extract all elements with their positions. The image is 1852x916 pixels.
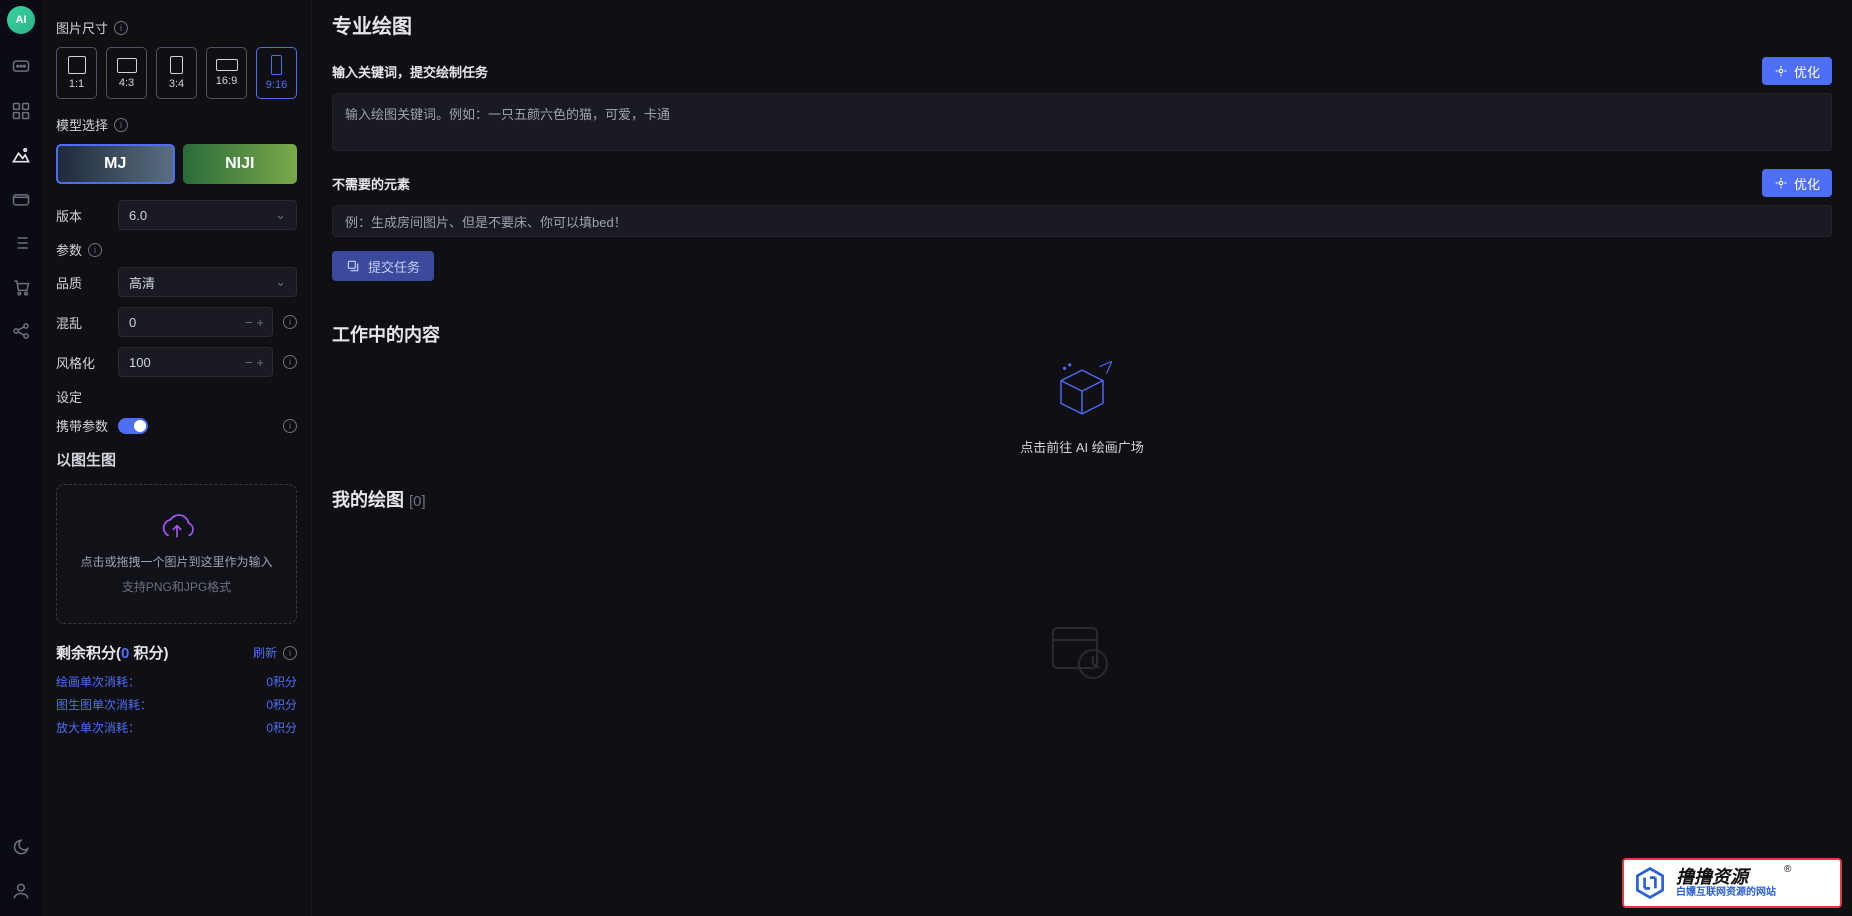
my-drawings-title: 我的绘图 [0] (332, 486, 1832, 512)
credit-line: 放大单次消耗：0积分 (56, 719, 297, 736)
version-row: 版本 6.0 ⌄ (56, 200, 297, 230)
negative-label: 不需要的元素 (332, 174, 410, 193)
user-icon[interactable] (10, 880, 32, 902)
cube-icon (1047, 361, 1117, 423)
plus-icon[interactable]: + (256, 355, 264, 370)
minus-icon[interactable]: − (245, 355, 253, 370)
cart-icon[interactable] (10, 276, 32, 298)
watermark-title: 撸撸资源 (1676, 868, 1776, 888)
main-content: 专业绘图 输入关键词，提交绘制任务 优化 输入绘图关键词。例如：一只五颜六色的猫… (312, 0, 1852, 916)
page-title: 专业绘图 (332, 10, 1832, 39)
carry-params-row: 携带参数 i (56, 416, 297, 435)
img2img-label: 以图生图 (56, 449, 297, 470)
settings-sidebar: 图片尺寸 i 1:1 4:3 3:4 16:9 9:16 模型选择 i MJ N… (42, 0, 312, 916)
info-icon[interactable]: i (283, 355, 297, 369)
info-icon[interactable]: i (283, 315, 297, 329)
version-select[interactable]: 6.0 ⌄ (118, 200, 297, 230)
image-gen-icon[interactable] (10, 144, 32, 166)
watermark-logo-icon (1632, 865, 1668, 901)
info-icon[interactable]: i (88, 243, 102, 257)
settings-label: 设定 (56, 387, 297, 406)
working-title: 工作中的内容 (332, 321, 1832, 347)
registered-mark: ® (1784, 864, 1791, 875)
sparkle-icon (1774, 64, 1788, 78)
params-label: 参数 i (56, 240, 297, 259)
chevron-down-icon: ⌄ (275, 274, 286, 290)
upload-main-text: 点击或拖拽一个图片到这里作为输入 (80, 553, 272, 570)
image-size-label: 图片尺寸 i (56, 18, 297, 37)
upload-sub-text: 支持PNG和JPG格式 (122, 578, 231, 595)
info-icon[interactable]: i (283, 419, 297, 433)
model-selector: MJ NIJI (56, 144, 297, 184)
chaos-input[interactable]: 0 −+ (118, 307, 273, 337)
prompt-header: 输入关键词，提交绘制任务 优化 (332, 57, 1832, 85)
stylize-label: 风格化 (56, 353, 108, 372)
optimize-button[interactable]: 优化 (1762, 57, 1832, 85)
app-logo[interactable]: AI (7, 6, 35, 34)
gallery-link-area[interactable]: 点击前往 AI 绘画广场 (332, 361, 1832, 456)
upload-dropzone[interactable]: 点击或拖拽一个图片到这里作为输入 支持PNG和JPG格式 (56, 484, 297, 624)
model-mj[interactable]: MJ (56, 144, 175, 184)
optimize-button[interactable]: 优化 (1762, 169, 1832, 197)
chaos-label: 混乱 (56, 313, 108, 332)
negative-header: 不需要的元素 优化 (332, 169, 1832, 197)
minus-icon[interactable]: − (245, 315, 253, 330)
model-niji[interactable]: NIJI (183, 144, 298, 184)
credit-line: 绘画单次消耗：0积分 (56, 673, 297, 690)
share-icon[interactable] (10, 320, 32, 342)
ratio-9-16[interactable]: 9:16 (256, 47, 297, 99)
quality-label: 品质 (56, 273, 108, 292)
quality-row: 品质 高清 ⌄ (56, 267, 297, 297)
empty-state (332, 622, 1832, 682)
send-icon (346, 259, 360, 273)
ratio-16-9[interactable]: 16:9 (206, 47, 247, 99)
chat-icon[interactable] (10, 56, 32, 78)
theme-icon[interactable] (10, 836, 32, 858)
prompt-textarea[interactable]: 输入绘图关键词。例如：一只五颜六色的猫，可爱，卡通 (332, 93, 1832, 151)
model-select-label: 模型选择 i (56, 115, 297, 134)
stylize-input[interactable]: 100 −+ (118, 347, 273, 377)
ratio-4-3[interactable]: 4:3 (106, 47, 147, 99)
empty-icon (1047, 622, 1117, 682)
apps-icon[interactable] (10, 100, 32, 122)
carry-params-label: 携带参数 (56, 416, 108, 435)
chaos-row: 混乱 0 −+ i (56, 307, 297, 337)
negative-textarea[interactable]: 例：生成房间图片、但是不要床、你可以填bed！ (332, 205, 1832, 237)
stylize-row: 风格化 100 −+ i (56, 347, 297, 377)
gallery-link-text: 点击前往 AI 绘画广场 (1020, 437, 1144, 456)
carry-params-toggle[interactable] (118, 418, 148, 434)
credits-header: 剩余积分(0 积分) 刷新 i (56, 642, 297, 663)
chevron-down-icon: ⌄ (275, 207, 286, 223)
sparkle-icon (1774, 176, 1788, 190)
ratio-selector: 1:1 4:3 3:4 16:9 9:16 (56, 47, 297, 99)
credits-title: 剩余积分(0 积分) (56, 642, 169, 663)
list-icon[interactable] (10, 232, 32, 254)
watermark-subtitle: 白嫖互联网资源的网站 (1676, 887, 1776, 898)
credit-line: 图生图单次消耗：0积分 (56, 696, 297, 713)
quality-select[interactable]: 高清 ⌄ (118, 267, 297, 297)
nav-rail: AI (0, 0, 42, 916)
version-label: 版本 (56, 206, 108, 225)
prompt-label: 输入关键词，提交绘制任务 (332, 62, 488, 81)
plus-icon[interactable]: + (256, 315, 264, 330)
refresh-button[interactable]: 刷新 i (253, 644, 297, 661)
wallet-icon[interactable] (10, 188, 32, 210)
ratio-3-4[interactable]: 3:4 (156, 47, 197, 99)
ratio-1-1[interactable]: 1:1 (56, 47, 97, 99)
cloud-upload-icon (157, 513, 197, 545)
info-icon[interactable]: i (114, 21, 128, 35)
info-icon[interactable]: i (114, 118, 128, 132)
submit-button[interactable]: 提交任务 (332, 251, 434, 281)
info-icon: i (283, 646, 297, 660)
watermark-badge: 撸撸资源 白嫖互联网资源的网站 ® (1622, 858, 1842, 908)
